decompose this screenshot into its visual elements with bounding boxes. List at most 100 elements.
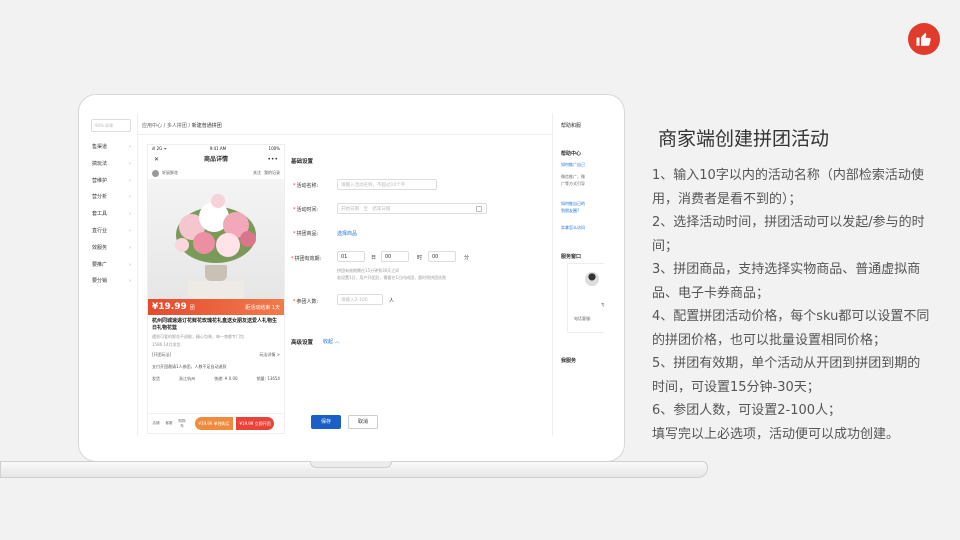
- help-article-link[interactable]: 实拿怎么访问: [561, 225, 585, 231]
- save-button[interactable]: 保存: [311, 415, 341, 429]
- flower-bouquet-image: [175, 194, 256, 263]
- thumbs-up-badge: [908, 23, 940, 55]
- ship-fee: 快递: ¥ 0.00: [214, 376, 238, 381]
- phone-bottom-bar: 店铺 客服 购物车 ¥39.99 单独购买 ¥19.99 立即开团: [148, 413, 284, 433]
- sidebar-item[interactable]: 搞玩法 ›: [87, 156, 135, 173]
- chevron-right-icon: ›: [129, 194, 131, 201]
- service-tag: 专: [601, 302, 604, 307]
- group-rule-link[interactable]: 玩法详情 >: [259, 352, 280, 358]
- chevron-right-icon: ›: [129, 261, 131, 268]
- group-rule-text: 支付开团邀请1人参团，人数不足自动退款: [152, 364, 227, 369]
- valid-days-stepper[interactable]: 01: [337, 251, 365, 262]
- laptop-notch: [310, 461, 392, 468]
- help-article-link[interactable]: 到朋友圈?: [561, 208, 579, 214]
- description-item: 3、拼团商品，支持选择实物商品、普通虚拟商品、电子卡券商品；: [652, 262, 921, 301]
- minutes-unit: 分: [464, 255, 470, 261]
- shipping-row: 发货 浙江杭州 快递: ¥ 0.00 销量: 13654: [148, 373, 284, 385]
- valid-hours-stepper[interactable]: 00: [381, 251, 409, 262]
- activity-time-label: *活动时间:: [293, 207, 319, 213]
- sidebar-search-input[interactable]: 90%.如果: [91, 119, 131, 132]
- service-window-title: 服务窗口: [561, 254, 582, 260]
- service-icon[interactable]: 客服: [164, 421, 174, 426]
- select-goods-link[interactable]: 选择商品: [337, 230, 357, 237]
- help-article-link[interactable]: 如何推自己的: [561, 201, 585, 207]
- countdown: 距活动结束 1天: [245, 304, 280, 311]
- more-icon[interactable]: •••: [267, 153, 278, 167]
- valid-period-label: *拼团有效期:: [291, 256, 322, 262]
- start-group-button[interactable]: ¥19.99 立即开团: [236, 417, 274, 430]
- activity-name-label: *活动名称:: [293, 183, 319, 189]
- help-article-link[interactable]: 如何推广自己: [561, 162, 585, 168]
- close-icon[interactable]: ✕: [154, 153, 159, 167]
- hours-unit: 时: [417, 255, 423, 261]
- sales-count: 销量: 13654: [256, 376, 280, 381]
- sidebar-item[interactable]: 要分销 ›: [87, 273, 135, 290]
- buy-single-price: ¥39.99: [198, 421, 213, 426]
- header-divider: [138, 134, 552, 135]
- ship-location: 浙江杭州: [179, 376, 196, 381]
- start-group-price: ¥19.99: [239, 421, 254, 426]
- group-tag: 团: [189, 304, 195, 311]
- sidebar-item-label: 要分销: [92, 278, 108, 285]
- sidebar-item[interactable]: 套工具 ›: [87, 206, 135, 223]
- phone-preview: ıll 2G ᯤ 9:41 AM 100% ✕ 商品详情 ••• 轩辰鲜花 关注…: [147, 144, 285, 434]
- sidebar-item[interactable]: 营维护 ›: [87, 173, 135, 190]
- activity-time-range-input[interactable]: 开始日期 至 结束日期: [337, 203, 487, 214]
- sidebar-item[interactable]: 要推广 ›: [87, 257, 135, 274]
- start-date: 开始日期: [341, 207, 359, 212]
- sidebar-divider: [137, 113, 138, 436]
- calendar-icon: [476, 206, 482, 212]
- description-item: 2、选择活动时间，拼团活动可以发起/参与的时间；: [652, 215, 925, 254]
- shop-name[interactable]: 轩辰鲜花: [162, 170, 178, 176]
- chevron-right-icon: ›: [129, 227, 131, 234]
- history-link[interactable]: 我的记录: [264, 170, 280, 176]
- sidebar-item[interactable]: 直行业 ›: [87, 223, 135, 240]
- valid-minutes-stepper[interactable]: 00: [428, 251, 456, 262]
- sidebar-item-label: 要推广: [92, 261, 108, 268]
- breadcrumb-link[interactable]: 多人拼团: [167, 123, 187, 129]
- breadcrumb-current: 新建普通拼团: [191, 123, 222, 129]
- phone-nav-title: 商品详情: [203, 156, 228, 163]
- sidebar-item-label: 营维护: [92, 177, 108, 184]
- stand-shape: [188, 281, 244, 299]
- buy-single-button[interactable]: ¥39.99 单独购买: [195, 417, 233, 430]
- end-date: 结束日期: [372, 207, 391, 212]
- group-size-input[interactable]: 请输入2-100: [337, 294, 383, 305]
- breadcrumb: 应用中心 / 多人拼团 / 新建普通拼团: [142, 122, 222, 129]
- help-center-title: 帮助中心: [561, 151, 582, 157]
- cart-icon[interactable]: 购物车: [177, 419, 187, 429]
- section-basic: 基础设置: [291, 159, 314, 165]
- sidebar-item[interactable]: 售渠道 ›: [87, 139, 135, 156]
- cancel-button[interactable]: 取消: [348, 415, 378, 429]
- store-icon[interactable]: 店铺: [151, 421, 161, 426]
- sidebar-item-label: 营分析: [92, 194, 108, 201]
- group-size-label: *参团人数:: [293, 299, 319, 305]
- sidebar-item[interactable]: 营分析 ›: [87, 189, 135, 206]
- group-rule-label: [开团玩法]: [152, 352, 172, 357]
- price-bar: ¥19.99 团 距活动结束 1天: [148, 299, 284, 315]
- chevron-right-icon: ›: [129, 144, 131, 150]
- group-rule-header: [开团玩法] 玩法详情 >: [148, 349, 284, 361]
- my-service-title: 我服务: [561, 358, 577, 364]
- activity-name-input[interactable]: 请输入活动名称，不超过10个字: [337, 179, 437, 190]
- follow-button[interactable]: 关注: [253, 170, 261, 176]
- help-service-title[interactable]: 帮助和服: [561, 122, 581, 129]
- description-list: 1、输入10字以内的活动名称（内部检索活动使用，消费者是看不到的）； 2、选择活…: [652, 164, 932, 446]
- breadcrumb-link[interactable]: 应用中心: [142, 123, 162, 129]
- help-article-snippet: 广等方式引导: [561, 181, 585, 186]
- service-card[interactable]: 专 电话客服:: [567, 263, 604, 333]
- chevron-right-icon: ›: [129, 278, 131, 285]
- sidebar-item-label: 套工具: [92, 211, 108, 218]
- ship-label: 发货: [152, 376, 160, 381]
- valid-period-help: 若设置1日，用户开团后，需要在1日内成团，超时则拼团失败: [337, 275, 447, 280]
- collapse-toggle[interactable]: 收起 ︿: [323, 338, 340, 345]
- buy-single-label: 单独购买: [213, 420, 230, 426]
- phone-status-bar: ıll 2G ᯤ 9:41 AM 100%: [148, 145, 284, 153]
- sidebar-item-label: 搞玩法: [92, 160, 108, 167]
- sidebar-item[interactable]: 效服务 ›: [87, 240, 135, 257]
- sidebar-item-label: 直行业: [92, 227, 108, 234]
- people-unit: 人: [389, 298, 395, 304]
- page-title: 商家端创建拼团活动: [658, 128, 830, 150]
- group-rule-desc: 支付开团邀请1人参团，人数不足自动退款: [148, 361, 284, 373]
- help-article-snippet: 微信推广，微: [561, 174, 585, 179]
